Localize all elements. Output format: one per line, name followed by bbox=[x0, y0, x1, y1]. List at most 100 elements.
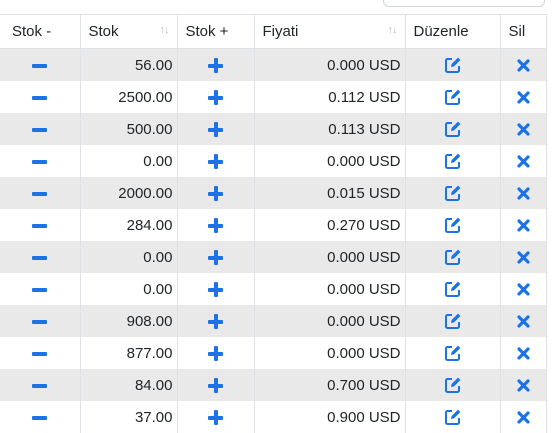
minus-icon[interactable] bbox=[32, 64, 47, 68]
edit-icon[interactable] bbox=[444, 408, 462, 425]
price-value: 0.000 USD bbox=[254, 49, 405, 82]
delete-cell bbox=[500, 401, 546, 433]
stock-value: 37.00 bbox=[80, 401, 177, 433]
plus-icon[interactable] bbox=[208, 218, 223, 233]
delete-cell bbox=[500, 81, 546, 113]
edit-cell bbox=[405, 113, 500, 145]
edit-icon[interactable] bbox=[444, 280, 462, 297]
close-icon[interactable] bbox=[517, 409, 530, 426]
price-value: 0.000 USD bbox=[254, 273, 405, 305]
stock-decrease-cell bbox=[0, 273, 80, 305]
minus-icon[interactable] bbox=[32, 128, 47, 132]
plus-icon[interactable] bbox=[208, 314, 223, 329]
close-icon[interactable] bbox=[517, 121, 530, 138]
minus-icon[interactable] bbox=[32, 192, 47, 196]
close-icon[interactable] bbox=[517, 345, 530, 362]
plus-icon[interactable] bbox=[208, 250, 223, 265]
column-header-price[interactable]: Fiyati ↑↓ bbox=[254, 15, 405, 49]
minus-icon[interactable] bbox=[32, 320, 47, 324]
close-icon[interactable] bbox=[517, 153, 530, 170]
edit-icon[interactable] bbox=[444, 216, 462, 233]
minus-icon[interactable] bbox=[32, 288, 47, 292]
stock-value: 0.00 bbox=[80, 273, 177, 305]
stock-value: 500.00 bbox=[80, 113, 177, 145]
edit-cell bbox=[405, 209, 500, 241]
stock-increase-cell bbox=[177, 177, 254, 209]
plus-icon[interactable] bbox=[208, 410, 223, 425]
edit-icon[interactable] bbox=[444, 120, 462, 137]
edit-icon[interactable] bbox=[444, 312, 462, 329]
edit-icon[interactable] bbox=[444, 152, 462, 169]
edit-cell bbox=[405, 177, 500, 209]
plus-icon[interactable] bbox=[208, 378, 223, 393]
price-value: 0.000 USD bbox=[254, 305, 405, 337]
edit-icon[interactable] bbox=[444, 56, 462, 73]
minus-icon[interactable] bbox=[32, 160, 47, 164]
column-header-stock-minus: Stok - bbox=[0, 15, 80, 49]
edit-cell bbox=[405, 81, 500, 113]
edit-icon[interactable] bbox=[444, 184, 462, 201]
stock-increase-cell bbox=[177, 209, 254, 241]
edit-icon[interactable] bbox=[444, 88, 462, 105]
close-icon[interactable] bbox=[517, 313, 530, 330]
column-label: Fiyati bbox=[263, 23, 299, 40]
edit-icon[interactable] bbox=[444, 344, 462, 361]
minus-icon[interactable] bbox=[32, 96, 47, 100]
stock-value: 2500.00 bbox=[80, 81, 177, 113]
edit-cell bbox=[405, 145, 500, 177]
column-label: Düzenle bbox=[414, 23, 469, 40]
sort-icon[interactable]: ↑↓ bbox=[388, 24, 397, 36]
close-icon[interactable] bbox=[517, 249, 530, 266]
close-icon[interactable] bbox=[517, 89, 530, 106]
close-icon[interactable] bbox=[517, 217, 530, 234]
plus-icon[interactable] bbox=[208, 282, 223, 297]
edit-icon[interactable] bbox=[444, 376, 462, 393]
delete-cell bbox=[500, 177, 546, 209]
table-row: 84.00 0.700 USD bbox=[0, 369, 546, 401]
minus-icon[interactable] bbox=[32, 256, 47, 260]
price-value: 0.000 USD bbox=[254, 145, 405, 177]
stock-decrease-cell bbox=[0, 177, 80, 209]
edit-icon[interactable] bbox=[444, 248, 462, 265]
table-row: 908.000.000 USD bbox=[0, 305, 546, 337]
stock-value: 56.00 bbox=[80, 49, 177, 82]
stock-increase-cell bbox=[177, 113, 254, 145]
table-row: 2500.000.112 USD bbox=[0, 81, 546, 113]
table-row: 500.00 0.113 USD bbox=[0, 113, 546, 145]
stock-increase-cell bbox=[177, 273, 254, 305]
stock-decrease-cell bbox=[0, 209, 80, 241]
price-value: 0.700 USD bbox=[254, 369, 405, 401]
close-icon[interactable] bbox=[517, 57, 530, 74]
table-header-row: Stok - Stok ↑↓ Stok + Fiyati ↑↓ Düzenle bbox=[0, 15, 546, 49]
delete-cell bbox=[500, 209, 546, 241]
plus-icon[interactable] bbox=[208, 58, 223, 73]
plus-icon[interactable] bbox=[208, 154, 223, 169]
plus-icon[interactable] bbox=[208, 346, 223, 361]
price-value: 0.113 USD bbox=[254, 113, 405, 145]
minus-icon[interactable] bbox=[32, 352, 47, 356]
delete-cell bbox=[500, 241, 546, 273]
minus-icon[interactable] bbox=[32, 224, 47, 228]
close-icon[interactable] bbox=[517, 377, 530, 394]
sort-icon[interactable]: ↑↓ bbox=[160, 24, 169, 36]
plus-icon[interactable] bbox=[208, 186, 223, 201]
stock-increase-cell bbox=[177, 401, 254, 433]
minus-icon[interactable] bbox=[32, 416, 47, 420]
stock-decrease-cell bbox=[0, 81, 80, 113]
minus-icon[interactable] bbox=[32, 384, 47, 388]
plus-icon[interactable] bbox=[208, 122, 223, 137]
delete-cell bbox=[500, 49, 546, 82]
plus-icon[interactable] bbox=[208, 90, 223, 105]
stock-increase-cell bbox=[177, 369, 254, 401]
stock-value: 84.00 bbox=[80, 369, 177, 401]
column-header-delete: Sil bbox=[500, 15, 546, 49]
close-icon[interactable] bbox=[517, 281, 530, 298]
stock-decrease-cell bbox=[0, 113, 80, 145]
stock-decrease-cell bbox=[0, 305, 80, 337]
close-icon[interactable] bbox=[517, 185, 530, 202]
search-input-edge[interactable] bbox=[383, 0, 545, 7]
stock-decrease-cell bbox=[0, 145, 80, 177]
column-header-stock[interactable]: Stok ↑↓ bbox=[80, 15, 177, 49]
delete-cell bbox=[500, 305, 546, 337]
table-row: 37.000.900 USD bbox=[0, 401, 546, 433]
